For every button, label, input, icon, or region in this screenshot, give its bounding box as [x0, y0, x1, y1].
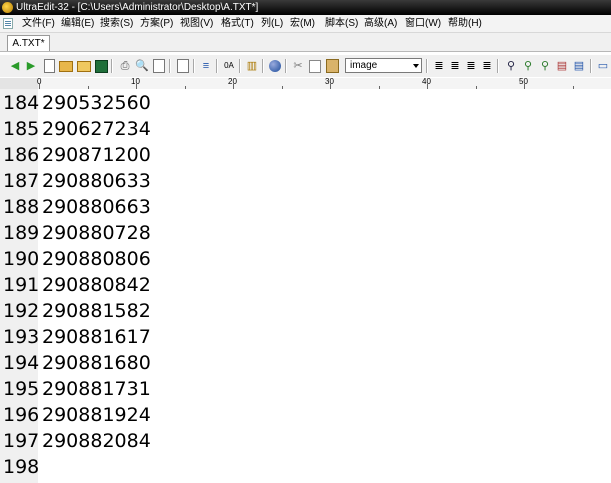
- justify-icon[interactable]: ≣: [479, 58, 495, 74]
- line-text[interactable]: 290880728: [42, 220, 151, 246]
- menu-project[interactable]: 方案(P): [140, 15, 173, 32]
- menu-macro[interactable]: 宏(M): [290, 15, 315, 32]
- line-number: 187: [3, 170, 40, 192]
- line-text[interactable]: 290881924: [42, 402, 151, 428]
- copy-icon[interactable]: [307, 58, 323, 74]
- open-folder-alt-icon[interactable]: [76, 58, 92, 74]
- align-center-icon[interactable]: ≣: [447, 58, 463, 74]
- find-icon[interactable]: ⚲: [503, 58, 519, 74]
- print-icon[interactable]: ⎙: [117, 58, 133, 74]
- line-text[interactable]: 290881731: [42, 376, 151, 402]
- menu-advanced[interactable]: 高级(A): [364, 15, 397, 32]
- menu-file[interactable]: 文件(F): [22, 15, 55, 32]
- line-number: 192: [3, 300, 40, 322]
- forward-arrow-icon[interactable]: ▶: [23, 58, 39, 74]
- menu-edit[interactable]: 编辑(E): [61, 15, 94, 32]
- line-number: 193: [3, 326, 40, 348]
- line-text[interactable]: 290881582: [42, 298, 151, 324]
- menu-script[interactable]: 脚本(S): [325, 15, 358, 32]
- toolbar: ◀ ▶ ⎙ 🔍 ≡ 0A ▥ ✂ image ≣ ≣ ≣ ≣ ⚲ ⚲ ⚲ ▤ ▤…: [0, 55, 611, 77]
- hex-mode-icon[interactable]: 0A: [221, 58, 237, 74]
- new-file-icon[interactable]: [41, 58, 57, 74]
- file-tab-bar: A.TXT*: [0, 33, 611, 52]
- line-number: 190: [3, 248, 40, 270]
- line-number: 198: [3, 456, 40, 478]
- word-wrap-icon[interactable]: ≡: [198, 58, 214, 74]
- ruler-label-50: 50: [519, 77, 528, 86]
- line-number: 186: [3, 144, 40, 166]
- align-right-icon[interactable]: ≣: [463, 58, 479, 74]
- menu-help[interactable]: 帮助(H): [448, 15, 482, 32]
- ruler-label-10: 10: [131, 77, 140, 86]
- chevron-down-icon: [413, 64, 419, 68]
- ruler-label-20: 20: [228, 77, 237, 86]
- find-next-icon[interactable]: ⚲: [520, 58, 536, 74]
- line-text[interactable]: 290871200: [42, 142, 151, 168]
- column-mode-icon[interactable]: ▥: [244, 58, 260, 74]
- line-number: 185: [3, 118, 40, 140]
- paste-icon[interactable]: [324, 58, 340, 74]
- replace-in-files-icon[interactable]: ▤: [571, 58, 587, 74]
- line-text[interactable]: 290532560: [42, 90, 151, 116]
- menu-bar: 文件(F) 编辑(E) 搜索(S) 方案(P) 视图(V) 格式(T) 列(L)…: [0, 15, 611, 33]
- clipboard-select[interactable]: image: [345, 58, 422, 73]
- cut-icon[interactable]: ✂: [290, 58, 306, 74]
- split-window-icon[interactable]: ▭: [595, 58, 611, 74]
- line-text[interactable]: 290880842: [42, 272, 151, 298]
- line-text[interactable]: 290880633: [42, 168, 151, 194]
- document-properties-icon[interactable]: [175, 58, 191, 74]
- align-left-icon[interactable]: ≣: [431, 58, 447, 74]
- line-number: 191: [3, 274, 40, 296]
- line-text[interactable]: 290880806: [42, 246, 151, 272]
- ruler-label-0: 0: [37, 77, 42, 86]
- replace-icon[interactable]: ⚲: [537, 58, 553, 74]
- line-number: 194: [3, 352, 40, 374]
- print-preview-icon[interactable]: 🔍: [134, 58, 150, 74]
- file-tab[interactable]: A.TXT*: [7, 35, 50, 51]
- menu-format[interactable]: 格式(T): [221, 15, 254, 32]
- find-in-files-icon[interactable]: ▤: [554, 58, 570, 74]
- ultraedit-app-icon: [2, 2, 13, 13]
- web-browser-icon[interactable]: [267, 58, 283, 74]
- open-folder-icon[interactable]: [58, 58, 74, 74]
- window-title: UltraEdit-32 - [C:\Users\Administrator\D…: [16, 2, 259, 13]
- title-bar: UltraEdit-32 - [C:\Users\Administrator\D…: [0, 0, 611, 15]
- line-number: 188: [3, 196, 40, 218]
- save-icon[interactable]: [93, 58, 109, 74]
- clipboard-select-value: image: [350, 60, 378, 71]
- line-number: 195: [3, 378, 40, 400]
- ruler-label-40: 40: [422, 77, 431, 86]
- line-text[interactable]: 290880663: [42, 194, 151, 220]
- menu-search[interactable]: 搜索(S): [100, 15, 133, 32]
- page-setup-icon[interactable]: [151, 58, 167, 74]
- line-text[interactable]: 290627234: [42, 116, 151, 142]
- menu-column[interactable]: 列(L): [261, 15, 283, 32]
- ruler-label-30: 30: [325, 77, 334, 86]
- line-number: 184: [3, 92, 40, 114]
- line-text[interactable]: 290881680: [42, 350, 151, 376]
- line-number: 189: [3, 222, 40, 244]
- line-text[interactable]: 290881617: [42, 324, 151, 350]
- document-icon[interactable]: [3, 18, 13, 29]
- menu-window[interactable]: 窗口(W): [405, 15, 441, 32]
- line-number: 196: [3, 404, 40, 426]
- line-text[interactable]: 290882084: [42, 428, 151, 454]
- menu-view[interactable]: 视图(V): [180, 15, 213, 32]
- line-number: 197: [3, 430, 40, 452]
- back-arrow-icon[interactable]: ◀: [7, 58, 23, 74]
